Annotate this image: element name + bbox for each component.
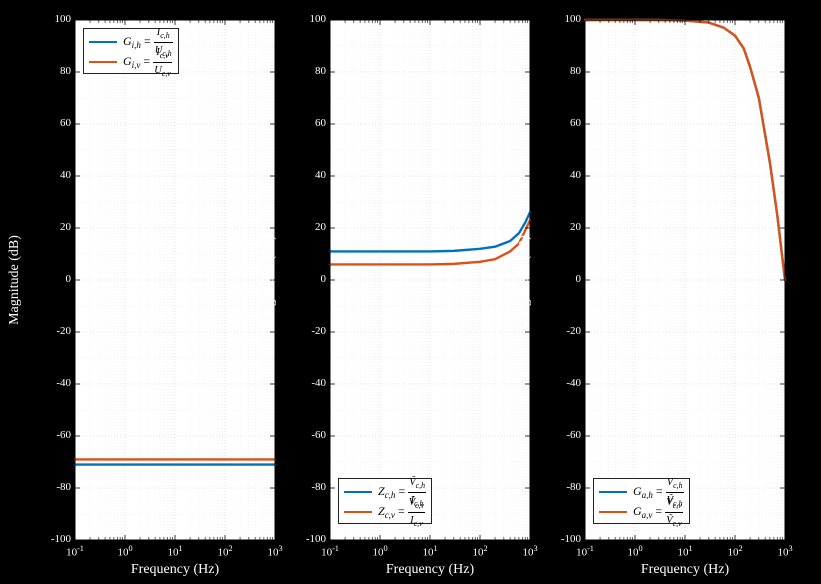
x-tick-label: 101 [410, 544, 450, 559]
y-tick-label: 40 [286, 169, 326, 181]
x-tick-label: 103 [255, 544, 295, 559]
y-tick-label: -40 [541, 377, 581, 389]
legend-label: Ga,v = Vc,vṼc,v [633, 495, 683, 529]
y-tick-label: 100 [286, 13, 326, 25]
y-tick-label: 80 [541, 65, 581, 77]
y-tick-label: 0 [31, 273, 71, 285]
y-tick-label: 80 [286, 65, 326, 77]
x-axis-label: Frequency (Hz) [330, 562, 530, 578]
x-tick-label: 10-1 [310, 544, 350, 559]
y-tick-label: 20 [541, 221, 581, 233]
y-tick-label: 100 [541, 13, 581, 25]
y-tick-label: 20 [31, 221, 71, 233]
x-tick-label: 103 [510, 544, 550, 559]
legend: Zc,h = Ṽc,hIc,hZc,v = Ṽc,vIc,v [338, 478, 432, 524]
x-tick-label: 103 [765, 544, 805, 559]
y-tick-label: 40 [31, 169, 71, 181]
legend-swatch [344, 511, 372, 513]
y-axis-label: Magnitude (dB) [7, 220, 23, 340]
x-axis-label: Frequency (Hz) [585, 562, 785, 578]
y-tick-label: -80 [31, 481, 71, 493]
x-axis-label: Frequency (Hz) [75, 562, 275, 578]
legend-swatch [89, 41, 117, 43]
y-tick-label: -60 [286, 429, 326, 441]
y-axis-label: Magnitude (dB) [517, 220, 533, 340]
y-tick-label: -20 [286, 325, 326, 337]
y-tick-label: 40 [541, 169, 581, 181]
y-tick-label: 0 [286, 273, 326, 285]
x-tick-label: 100 [105, 544, 145, 559]
y-tick-label: -20 [541, 325, 581, 337]
y-tick-label: 60 [286, 117, 326, 129]
y-tick-label: 20 [286, 221, 326, 233]
y-tick-label: -60 [31, 429, 71, 441]
y-tick-label: 60 [541, 117, 581, 129]
x-tick-label: 100 [615, 544, 655, 559]
y-tick-label: -60 [541, 429, 581, 441]
y-tick-label: 80 [31, 65, 71, 77]
x-tick-label: 102 [460, 544, 500, 559]
y-tick-label: -80 [541, 481, 581, 493]
y-tick-label: 0 [541, 273, 581, 285]
x-tick-label: 102 [715, 544, 755, 559]
x-tick-label: 101 [155, 544, 195, 559]
x-tick-label: 101 [665, 544, 705, 559]
legend-swatch [599, 511, 627, 513]
legend-entry: Zc,v = Ṽc,vIc,v [344, 502, 426, 522]
y-tick-label: -40 [286, 377, 326, 389]
legend-entry: Gi,v = Ic,vUc,v [89, 52, 173, 72]
y-tick-label: -20 [31, 325, 71, 337]
y-tick-label: 100 [31, 13, 71, 25]
y-tick-label: 60 [31, 117, 71, 129]
legend: Ga,h = Vc,hṼc,hGa,v = Vc,vṼc,v [593, 478, 690, 524]
x-tick-label: 10-1 [565, 544, 605, 559]
legend-swatch [89, 61, 117, 63]
x-tick-label: 100 [360, 544, 400, 559]
y-axis-label: Magnitude (dB) [262, 220, 278, 340]
legend: Gi,h = Ic,hUc,hGi,v = Ic,vUc,v [83, 28, 179, 74]
x-tick-label: 102 [205, 544, 245, 559]
legend-label: Zc,v = Ṽc,vIc,v [378, 495, 425, 529]
x-tick-label: 10-1 [55, 544, 95, 559]
legend-label: Gi,v = Ic,vUc,v [123, 45, 172, 79]
legend-swatch [344, 491, 372, 493]
legend-entry: Ga,v = Vc,vṼc,v [599, 502, 684, 522]
y-tick-label: -40 [31, 377, 71, 389]
figure: -100-80-60-40-2002040608010010-110010110… [0, 0, 821, 584]
y-tick-label: -80 [286, 481, 326, 493]
legend-swatch [599, 491, 627, 493]
